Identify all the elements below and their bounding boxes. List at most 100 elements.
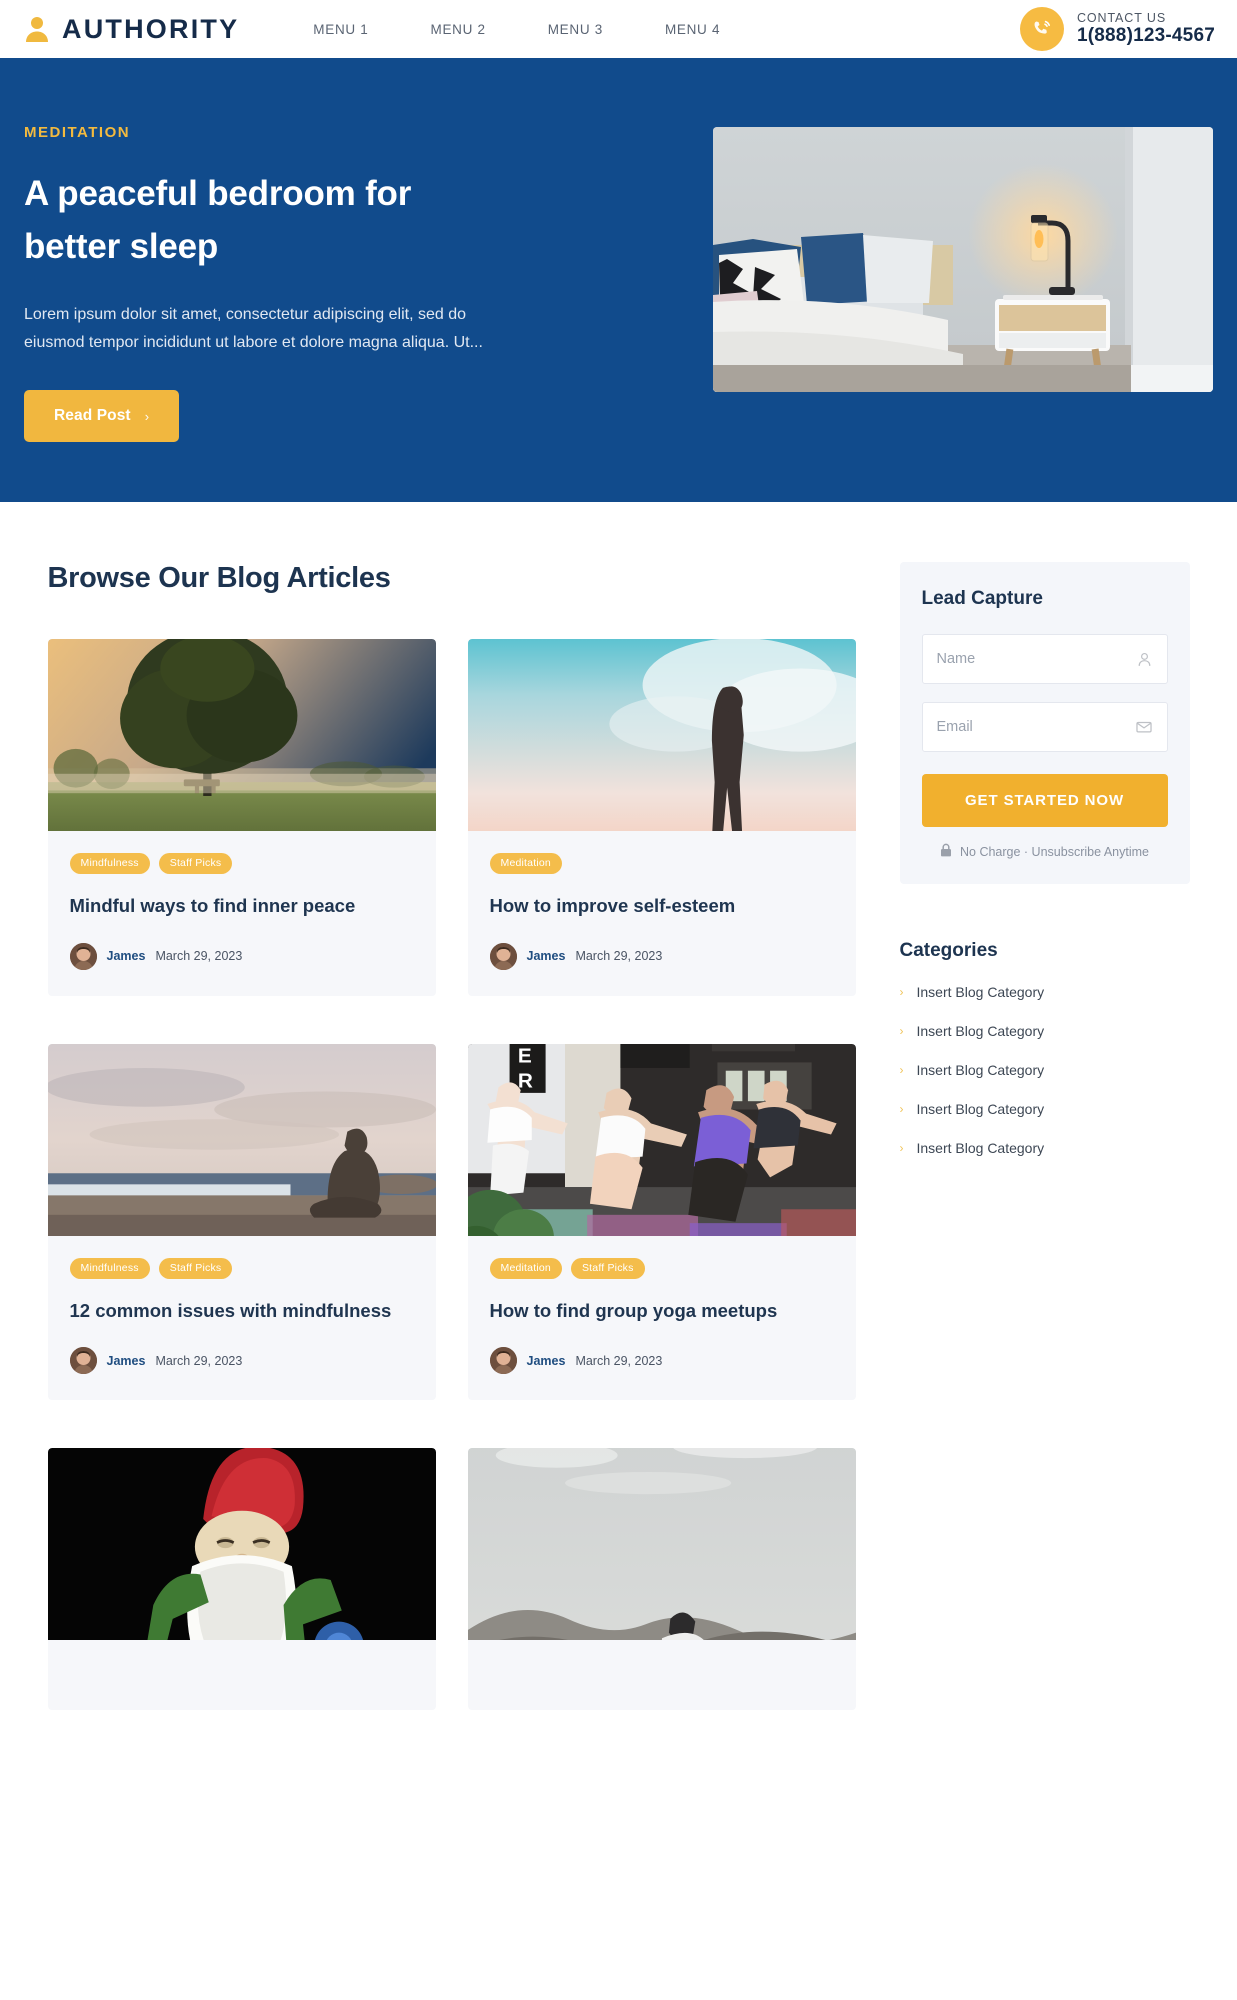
- nav-item-menu-1[interactable]: MENU 1: [313, 22, 368, 37]
- categories-panel: Categories › Insert Blog Category › Inse…: [900, 940, 1190, 1156]
- category-item[interactable]: › Insert Blog Category: [900, 1023, 1190, 1039]
- site-header: AUTHORITY MENU 1 MENU 2 MENU 3 MENU 4 CO…: [0, 0, 1237, 62]
- chevron-right-icon: ›: [899, 1141, 904, 1155]
- hero-section: MEDITATION A peaceful bedroom for better…: [0, 62, 1237, 502]
- hero-image: [713, 127, 1213, 392]
- articles-column: Browse Our Blog Articles Mindfulness Sta…: [47, 562, 856, 1711]
- phone-icon: [1019, 7, 1064, 51]
- article-image: [467, 639, 856, 831]
- svg-text:E: E: [517, 1044, 531, 1067]
- article-image: [47, 639, 436, 831]
- category-item[interactable]: › Insert Blog Category: [900, 1062, 1190, 1078]
- article-card[interactable]: L E R: [467, 1043, 856, 1401]
- read-post-label: Read Post: [54, 407, 131, 425]
- article-image: [467, 1448, 856, 1641]
- avatar: [489, 942, 517, 970]
- chevron-right-icon: ›: [899, 985, 904, 999]
- article-grid: Mindfulness Staff Picks Mindful ways to …: [47, 639, 856, 1711]
- lock-icon: [940, 843, 952, 860]
- article-date: March 29, 2023: [155, 949, 243, 964]
- tag-list: Meditation: [489, 853, 834, 874]
- article-author: James: [526, 949, 566, 964]
- category-item[interactable]: › Insert Blog Category: [900, 984, 1190, 1000]
- lead-disclaimer-text: No Charge · Unsubscribe Anytime: [960, 844, 1149, 859]
- tag-list: Mindfulness Staff Picks: [69, 853, 414, 874]
- nav-item-menu-2[interactable]: MENU 2: [431, 22, 486, 37]
- contact-us-block[interactable]: CONTACT US 1(888)123-4567: [1019, 7, 1215, 51]
- article-image: L E R: [467, 1043, 856, 1236]
- nav-item-menu-3[interactable]: MENU 3: [548, 22, 603, 37]
- article-meta: James March 29, 2023: [69, 942, 414, 970]
- lead-disclaimer: No Charge · Unsubscribe Anytime: [922, 843, 1168, 860]
- sidebar: Lead Capture Name Email GET STARTED NOW …: [899, 562, 1190, 1710]
- tag[interactable]: Staff Picks: [158, 853, 233, 874]
- category-label: Insert Blog Category: [916, 1140, 1045, 1156]
- email-input[interactable]: [936, 719, 1135, 735]
- article-title[interactable]: 12 common issues with mindfulness: [70, 1297, 414, 1326]
- lead-capture-title: Lead Capture: [921, 588, 1043, 609]
- chevron-right-icon: ›: [899, 1102, 904, 1116]
- page-content: Browse Our Blog Articles Mindfulness Sta…: [24, 502, 1214, 1711]
- category-label: Insert Blog Category: [916, 984, 1045, 1000]
- categories-title: Categories: [899, 940, 998, 961]
- tag[interactable]: Mindfulness: [69, 853, 150, 874]
- article-card[interactable]: [47, 1448, 436, 1711]
- chevron-right-icon: ›: [899, 1024, 904, 1038]
- category-label: Insert Blog Category: [916, 1062, 1045, 1078]
- nav-item-menu-4[interactable]: MENU 4: [665, 22, 720, 37]
- article-meta: James March 29, 2023: [489, 1347, 834, 1375]
- article-author: James: [106, 1353, 146, 1368]
- article-meta: James March 29, 2023: [489, 942, 834, 970]
- article-meta: James March 29, 2023: [69, 1347, 414, 1375]
- contact-label: CONTACT US: [1076, 11, 1167, 26]
- read-post-button[interactable]: Read Post ›: [24, 390, 180, 443]
- get-started-button[interactable]: GET STARTED NOW: [921, 774, 1168, 827]
- article-author: James: [106, 949, 146, 964]
- article-title[interactable]: How to improve self-esteem: [490, 892, 834, 921]
- article-card[interactable]: Mindfulness Staff Picks Mindful ways to …: [47, 639, 436, 996]
- hero-title: A peaceful bedroom for better sleep: [24, 174, 412, 267]
- tag[interactable]: Meditation: [489, 853, 562, 874]
- article-title[interactable]: Mindful ways to find inner peace: [70, 892, 414, 921]
- tag-list: Mindfulness Staff Picks: [69, 1257, 414, 1279]
- envelope-icon: [1135, 718, 1153, 736]
- hero-description: Lorem ipsum dolor sit amet, consectetur …: [24, 306, 483, 351]
- svg-text:R: R: [517, 1069, 532, 1092]
- tag[interactable]: Meditation: [489, 1257, 562, 1279]
- user-icon: [1136, 651, 1153, 668]
- tag[interactable]: Mindfulness: [69, 1257, 150, 1279]
- person-icon: [24, 15, 50, 43]
- hero-eyebrow: MEDITATION: [24, 124, 131, 141]
- article-date: March 29, 2023: [155, 1353, 243, 1368]
- category-item[interactable]: › Insert Blog Category: [900, 1101, 1190, 1117]
- category-item[interactable]: › Insert Blog Category: [900, 1140, 1190, 1156]
- category-label: Insert Blog Category: [916, 1101, 1045, 1117]
- article-title[interactable]: How to find group yoga meetups: [490, 1297, 834, 1326]
- brand-name: AUTHORITY: [62, 13, 240, 44]
- chevron-right-icon: ›: [899, 1063, 904, 1077]
- avatar: [489, 1347, 517, 1375]
- page-title: Browse Our Blog Articles: [47, 562, 391, 594]
- lead-capture-panel: Lead Capture Name Email GET STARTED NOW …: [899, 562, 1190, 884]
- article-image: [47, 1448, 436, 1641]
- article-card[interactable]: Meditation How to improve self-esteem Ja…: [467, 639, 856, 996]
- tag[interactable]: Staff Picks: [570, 1257, 645, 1279]
- article-author: James: [526, 1353, 566, 1368]
- name-input[interactable]: [936, 651, 1136, 667]
- article-card[interactable]: Mindfulness Staff Picks 12 common issues…: [47, 1043, 436, 1401]
- article-image: [47, 1043, 436, 1236]
- category-label: Insert Blog Category: [916, 1023, 1045, 1039]
- email-field-wrapper[interactable]: [921, 702, 1168, 752]
- name-field-wrapper[interactable]: [921, 634, 1168, 684]
- article-date: March 29, 2023: [575, 1353, 663, 1368]
- avatar: [69, 1347, 97, 1375]
- tag[interactable]: Staff Picks: [158, 1257, 233, 1279]
- main-nav: MENU 1 MENU 2 MENU 3 MENU 4: [313, 22, 720, 37]
- avatar: [69, 942, 97, 970]
- contact-phone[interactable]: 1(888)123-4567: [1077, 25, 1215, 46]
- article-card[interactable]: [467, 1448, 856, 1711]
- article-date: March 29, 2023: [575, 949, 663, 964]
- tag-list: Meditation Staff Picks: [489, 1257, 834, 1279]
- brand-logo[interactable]: AUTHORITY: [24, 15, 239, 43]
- chevron-right-icon: ›: [144, 408, 150, 424]
